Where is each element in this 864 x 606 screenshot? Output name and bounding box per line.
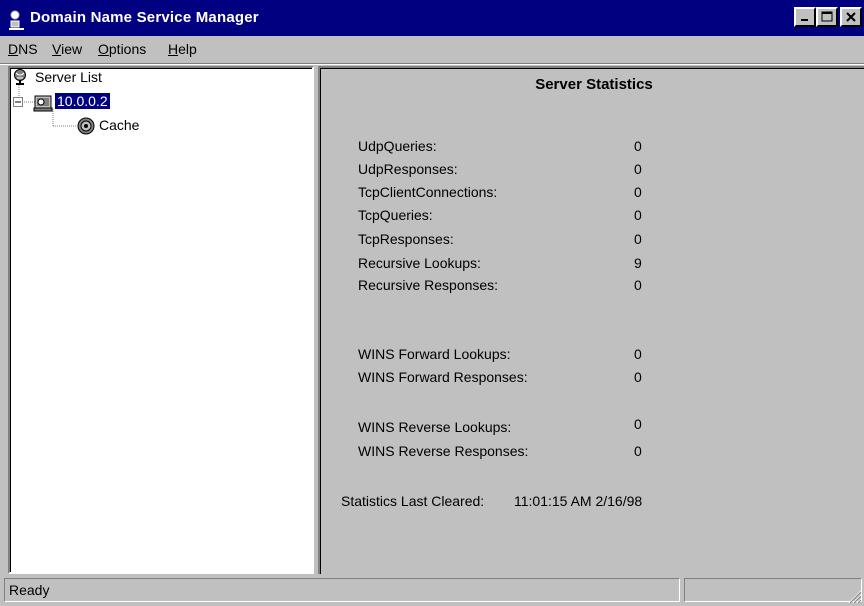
stat-label-wins-forward-responses: WINS Forward Responses:: [358, 369, 528, 385]
minimize-icon: [801, 19, 808, 21]
stat-value-recursive-lookups: 9: [634, 255, 642, 271]
globe-icon: [14, 69, 26, 85]
tree-root-label: Server List: [35, 69, 102, 85]
cache-icon: [77, 117, 95, 135]
stat-value-wins-forward-lookups: 0: [634, 346, 642, 362]
stat-value-recursive-responses: 0: [634, 277, 642, 293]
stat-label-wins-forward-lookups: WINS Forward Lookups:: [358, 346, 511, 362]
menu-options-accel: O: [98, 41, 109, 57]
status-text: Ready: [9, 582, 50, 598]
title-bar[interactable]: Domain Name Service Manager: [0, 0, 864, 36]
server-icon: [33, 95, 53, 112]
stat-value-tcpresponses: 0: [634, 231, 642, 247]
stat-label-udpresponses: UdpResponses:: [358, 161, 458, 177]
menu-separator-highlight: [0, 64, 864, 65]
menu-help-label: elp: [178, 41, 197, 57]
menu-bar: DNS View Options Help: [0, 36, 864, 64]
stat-value-tcpclientconnections: 0: [634, 184, 642, 200]
app-window: Domain Name Service Manager DNS View Opt…: [0, 0, 864, 606]
close-icon: [846, 12, 856, 22]
tree-cache-label: Cache: [99, 117, 140, 133]
stat-label-recursive-responses: Recursive Responses:: [358, 277, 499, 293]
dns-manager-icon[interactable]: [8, 10, 26, 30]
statistics-title: Server Statistics: [535, 76, 653, 93]
menu-view[interactable]: View: [52, 41, 82, 57]
window-title: Domain Name Service Manager: [30, 9, 259, 26]
close-button[interactable]: [840, 7, 862, 27]
maximize-icon: [821, 11, 833, 22]
minimize-button[interactable]: [794, 7, 816, 27]
stat-value-udpqueries: 0: [634, 138, 642, 154]
status-panel-secondary: [684, 578, 862, 602]
status-bar: Ready: [0, 576, 864, 606]
stat-value-wins-reverse-responses: 0: [634, 443, 642, 459]
stat-value-wins-forward-responses: 0: [634, 369, 642, 385]
stat-label-recursive-lookups: Recursive Lookups:: [358, 255, 481, 271]
menu-dns-accel: D: [8, 41, 19, 57]
server-tree: Server List 10.0.0.2 Cache: [10, 68, 312, 572]
stats-cleared-value: 11:01:15 AM 2/16/98: [514, 493, 643, 509]
stats-cleared-label: Statistics Last Cleared:: [341, 493, 485, 509]
status-panel-main: Ready: [4, 578, 680, 602]
statistics-panel: Server Statistics UdpQueries: 0 UdpRespo…: [320, 68, 864, 574]
stat-label-wins-reverse-responses: WINS Reverse Responses:: [358, 443, 529, 459]
stat-label-tcpqueries: TcpQueries:: [358, 207, 433, 223]
stat-label-tcpresponses: TcpResponses:: [358, 231, 454, 247]
maximize-button[interactable]: [816, 7, 838, 27]
stat-label-tcpclientconnections: TcpClientConnections:: [358, 184, 498, 200]
stat-label-wins-reverse-lookups: WINS Reverse Lookups:: [358, 419, 512, 435]
menu-dns[interactable]: DNS: [8, 41, 38, 57]
stat-value-tcpqueries: 0: [634, 207, 642, 223]
menu-help-accel: H: [168, 41, 179, 57]
menu-help[interactable]: Help: [168, 41, 197, 57]
stat-value-wins-reverse-lookups: 0: [634, 416, 642, 432]
menu-dns-label: NS: [18, 41, 38, 57]
menu-options[interactable]: Options: [98, 41, 146, 57]
collapse-icon[interactable]: [13, 97, 24, 108]
menu-view-label: iew: [61, 41, 83, 57]
server-tree-pane[interactable]: Server List 10.0.0.2 Cache: [8, 66, 314, 574]
stat-value-udpresponses: 0: [634, 161, 642, 177]
menu-view-accel: V: [52, 41, 62, 57]
tree-server-label: 10.0.0.2: [55, 93, 110, 109]
resize-grip-icon[interactable]: [846, 588, 862, 604]
menu-options-label: ptions: [108, 41, 147, 57]
statistics-pane: Server Statistics UdpQueries: 0 UdpRespo…: [318, 66, 864, 574]
stat-label-udpqueries: UdpQueries:: [358, 138, 437, 154]
